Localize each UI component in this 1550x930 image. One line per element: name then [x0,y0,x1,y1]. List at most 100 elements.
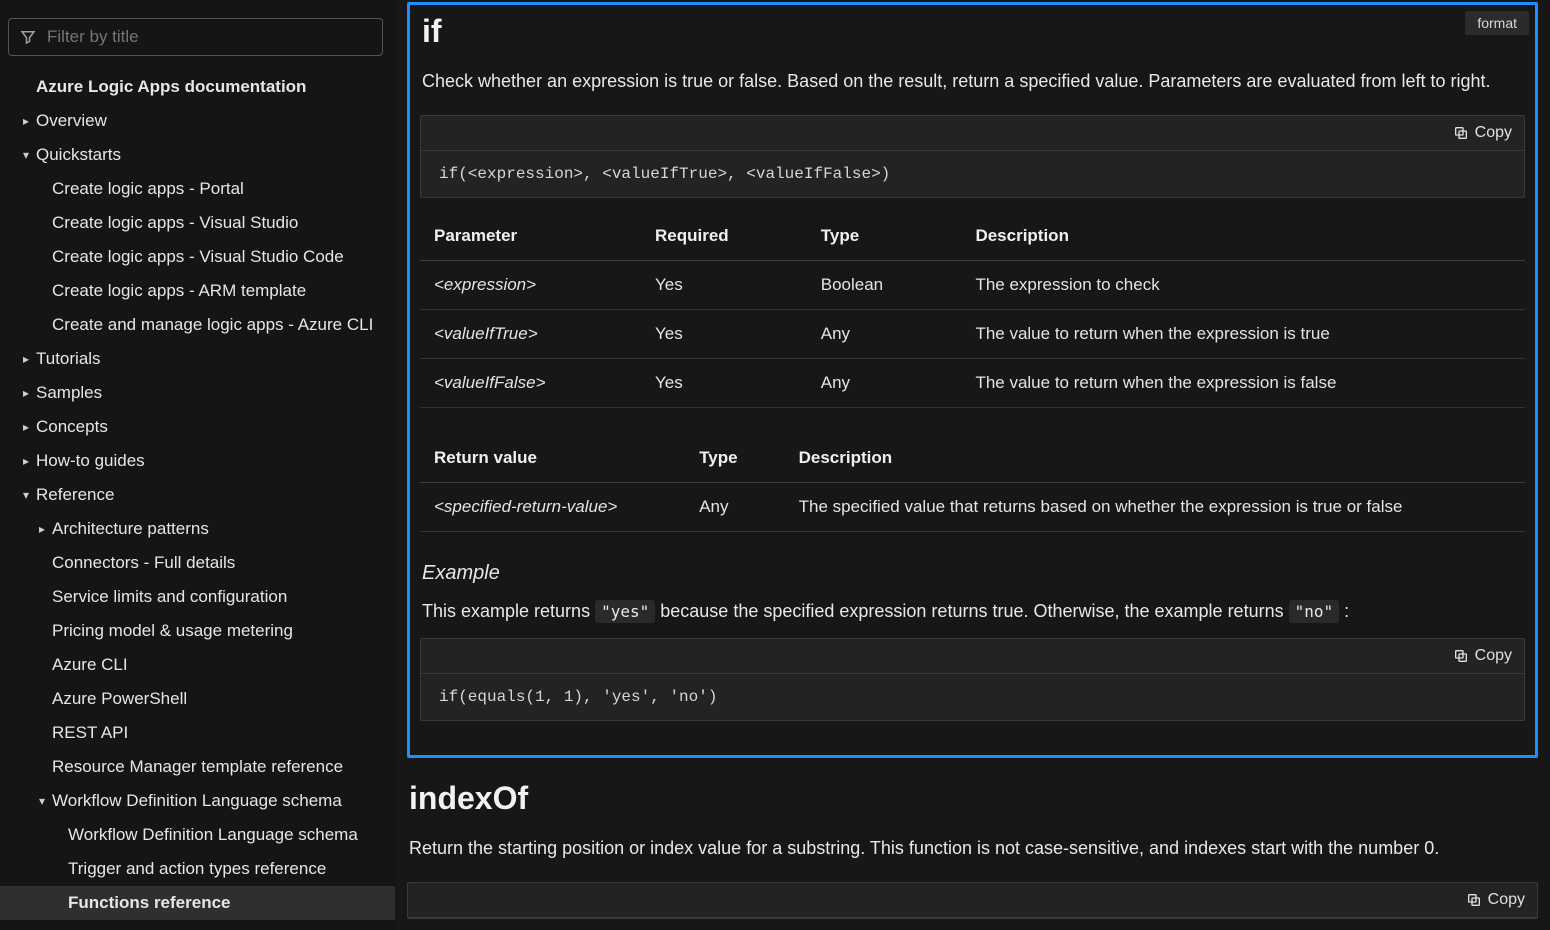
copy-icon [1466,892,1482,908]
nav-item[interactable]: ▸ Tutorials [0,342,395,376]
nav-item[interactable]: ▪Create logic apps - Visual Studio Code [0,240,395,274]
nav-item[interactable]: ▸How-to guides [0,444,395,478]
if-syntax-codeblock: Copy if(<expression>, <valueIfTrue>, <va… [420,115,1525,198]
inline-code-yes: "yes" [595,600,655,623]
nav-item[interactable]: ▪Trigger and action types reference [0,852,395,886]
nav-item-label: Tutorials [36,349,101,368]
nav-item[interactable]: ▾ Workflow Definition Language schema [0,784,395,818]
main-content: format if Check whether an expression is… [395,0,1550,930]
copy-button[interactable]: Copy [1453,647,1512,665]
nav-item-label: Create logic apps - Visual Studio Code [52,247,344,266]
nav-item-label: Workflow Definition Language schema [68,825,358,844]
copy-label: Copy [1488,891,1525,909]
chevron-right-icon: ▸ [20,114,32,128]
nav-item-label: Azure PowerShell [52,689,187,708]
chevron-down-icon: ▾ [20,148,32,162]
copy-icon [1453,125,1469,141]
example-text: This example returns "yes" because the s… [422,601,1523,622]
copy-button[interactable]: Copy [1466,891,1525,909]
copy-label: Copy [1475,647,1512,665]
nav-item[interactable]: ▪Workflow Definition Language schema [0,818,395,852]
nav-item[interactable]: ▾ Reference [0,478,395,512]
return-param: <specified-return-value> [420,483,685,532]
nav-item[interactable]: ▸ Samples [0,376,395,410]
nav-item-label: Resource Manager template reference [52,757,343,776]
nav-item[interactable]: ▸Concepts [0,410,395,444]
indexof-heading: indexOf [409,780,1538,817]
filter-input[interactable] [47,27,372,47]
cell-param: <valueIfTrue> [420,310,641,359]
th-parameter: Parameter [420,216,641,261]
nav-item[interactable]: ▪REST API [0,716,395,750]
nav-item-label: Samples [36,383,102,402]
th-rtype: Type [685,438,784,483]
if-heading: if [422,13,1525,50]
nav-item-label: Azure Logic Apps documentation [36,77,306,96]
nav-item[interactable]: ▪GA - Schema history [0,920,395,930]
table-row: <valueIfTrue>YesAnyThe value to return w… [420,310,1525,359]
nav-item[interactable]: ▪Create logic apps - Visual Studio [0,206,395,240]
nav-item-label: How-to guides [36,451,145,470]
nav-item[interactable]: ▪Azure CLI [0,648,395,682]
nav-item-label: Overview [36,111,107,130]
cell-param: <expression> [420,261,641,310]
nav-item[interactable]: ▪Create and manage logic apps - Azure CL… [0,308,395,342]
filter-field[interactable] [8,18,383,56]
table-row: <expression>YesBooleanThe expression to … [420,261,1525,310]
nav-item-label: Pricing model & usage metering [52,621,293,640]
cell-required: Yes [641,310,807,359]
if-example-codeblock: Copy if(equals(1, 1), 'yes', 'no') [420,638,1525,721]
th-return: Return value [420,438,685,483]
th-desc: Description [961,216,1525,261]
chevron-right-icon: ▸ [20,386,32,400]
th-type: Type [807,216,962,261]
nav-item[interactable]: ▾Quickstarts [0,138,395,172]
nav-item-label: REST API [52,723,128,742]
th-rdesc: Description [785,438,1525,483]
example-heading: Example [422,562,1523,585]
nav-item[interactable]: ▪Pricing model & usage metering [0,614,395,648]
nav-item[interactable]: ▸ Overview [0,104,395,138]
nav-item-label: Concepts [36,417,108,436]
nav-item[interactable]: ▪Functions reference [0,886,395,920]
cell-type: Any [807,359,962,408]
nav-item[interactable]: ▸ Architecture patterns [0,512,395,546]
cell-type: Boolean [807,261,962,310]
chevron-right-icon: ▸ [20,352,32,366]
copy-label: Copy [1475,124,1512,142]
nav-item[interactable]: ▪Connectors - Full details [0,546,395,580]
format-badge[interactable]: format [1465,11,1529,35]
if-params-table: Parameter Required Type Description <exp… [420,216,1525,408]
nav-item-label: Azure CLI [52,655,128,674]
nav-item[interactable]: ▪Resource Manager template reference [0,750,395,784]
chevron-down-icon: ▾ [36,794,48,808]
cell-desc: The value to return when the expression … [961,310,1525,359]
nav-item[interactable]: ▪Azure PowerShell [0,682,395,716]
return-type: Any [685,483,784,532]
inline-code-no: "no" [1289,600,1340,623]
table-row: <valueIfFalse>YesAnyThe value to return … [420,359,1525,408]
nav-item-label: Architecture patterns [52,519,209,538]
if-section: format if Check whether an expression is… [407,2,1538,758]
chevron-right-icon: ▸ [36,522,48,536]
copy-icon [1453,648,1469,664]
th-required: Required [641,216,807,261]
nav-item[interactable]: ▪Create logic apps - Portal [0,172,395,206]
copy-button[interactable]: Copy [1453,124,1512,142]
nav-item-label: Create logic apps - Visual Studio [52,213,298,232]
cell-desc: The value to return when the expression … [961,359,1525,408]
if-return-table: Return value Type Description <specified… [420,438,1525,532]
nav-item-label: Functions reference [68,893,231,912]
nav-item-label: Create and manage logic apps - Azure CLI [52,315,373,334]
nav-item-label: Workflow Definition Language schema [52,791,342,810]
nav-item[interactable]: ▪Create logic apps - ARM template [0,274,395,308]
nav-item[interactable]: ▪Azure Logic Apps documentation [0,70,395,104]
if-example-code: if(equals(1, 1), 'yes', 'no') [421,674,1524,720]
table-row: <specified-return-value> Any The specifi… [420,483,1525,532]
chevron-down-icon: ▾ [20,488,32,502]
cell-type: Any [807,310,962,359]
nav-item[interactable]: ▪Service limits and configuration [0,580,395,614]
nav-item-label: Reference [36,485,114,504]
nav-item-label: Service limits and configuration [52,587,287,606]
return-desc: The specified value that returns based o… [785,483,1525,532]
